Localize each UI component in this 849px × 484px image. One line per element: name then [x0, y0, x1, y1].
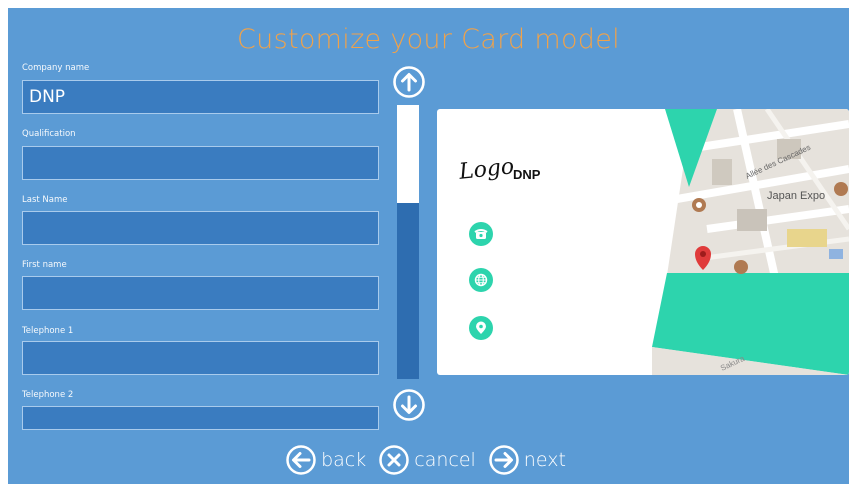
field-label-first-name: First name: [22, 260, 67, 270]
scrollbar-thumb[interactable]: [397, 105, 419, 203]
field-label-qualification: Qualification: [22, 129, 76, 139]
phone-icon: [469, 222, 493, 246]
close-circle-icon: [379, 445, 409, 475]
next-label: next: [523, 449, 566, 471]
field-label-company-name: Company name: [22, 63, 90, 73]
last-name-input[interactable]: [22, 211, 379, 245]
first-name-input[interactable]: [22, 276, 379, 310]
scrollbar-track[interactable]: [397, 105, 419, 379]
card-company-name: DNP: [513, 167, 541, 182]
wizard-nav: back cancel next: [8, 440, 849, 480]
field-label-telephone-1: Telephone 1: [22, 326, 74, 336]
arrow-left-circle-icon: [286, 445, 316, 475]
cancel-button[interactable]: cancel: [378, 444, 476, 476]
page-title: Customize your Card model: [237, 24, 620, 55]
card-map-background: Allée des Cascades Japan Expo Sakura: [652, 109, 849, 375]
card-preview: Allée des Cascades Japan Expo Sakura Log…: [437, 109, 849, 375]
field-label-telephone-2: Telephone 2: [22, 390, 74, 400]
globe-icon: [469, 268, 493, 292]
company-name-input[interactable]: [22, 80, 379, 114]
scroll-down-button[interactable]: [392, 388, 426, 422]
scroll-up-button[interactable]: [392, 65, 426, 99]
location-pin-icon: [469, 316, 493, 340]
next-button[interactable]: next: [488, 444, 566, 476]
field-label-last-name: Last Name: [22, 195, 68, 205]
telephone-1-input[interactable]: [22, 341, 379, 375]
arrow-down-circle-icon: [393, 389, 425, 421]
cancel-label: cancel: [414, 449, 476, 471]
back-label: back: [321, 449, 367, 471]
app-window: Customize your Card model Company name Q…: [8, 8, 849, 484]
map-place-label: Japan Expo: [767, 190, 825, 202]
qualification-input[interactable]: [22, 146, 379, 180]
telephone-2-input[interactable]: [22, 406, 379, 430]
arrow-right-circle-icon: [489, 445, 519, 475]
arrow-up-circle-icon: [393, 66, 425, 98]
back-button[interactable]: back: [285, 444, 366, 476]
